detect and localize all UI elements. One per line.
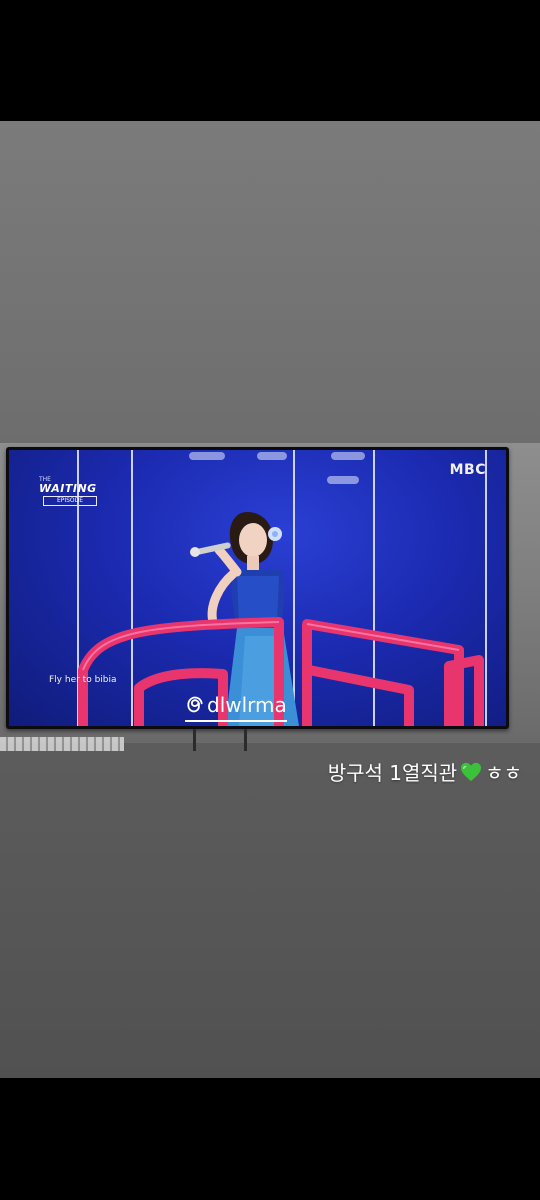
green-heart-icon [461, 762, 482, 781]
caption-text: 방구석 1열직관 [327, 761, 458, 785]
story-caption: 방구석 1열직관 ㅎㅎ [328, 757, 522, 786]
tv-screen: THE WAITING EPISODE MBC Fly her to bibia [9, 450, 506, 726]
shelf [0, 737, 124, 751]
threads-icon [187, 696, 203, 713]
tv-stand [193, 729, 196, 751]
mention-handle: dlwlrma [207, 693, 287, 717]
tv-stand [244, 729, 247, 751]
tv-subtitle: Fly her to bibia [49, 675, 117, 685]
caption-suffix: ㅎㅎ [485, 761, 522, 785]
mention-sticker[interactable]: dlwlrma [185, 693, 287, 722]
story-frame: THE WAITING EPISODE MBC Fly her to bibia… [0, 121, 540, 1078]
television: THE WAITING EPISODE MBC Fly her to bibia [6, 447, 509, 729]
